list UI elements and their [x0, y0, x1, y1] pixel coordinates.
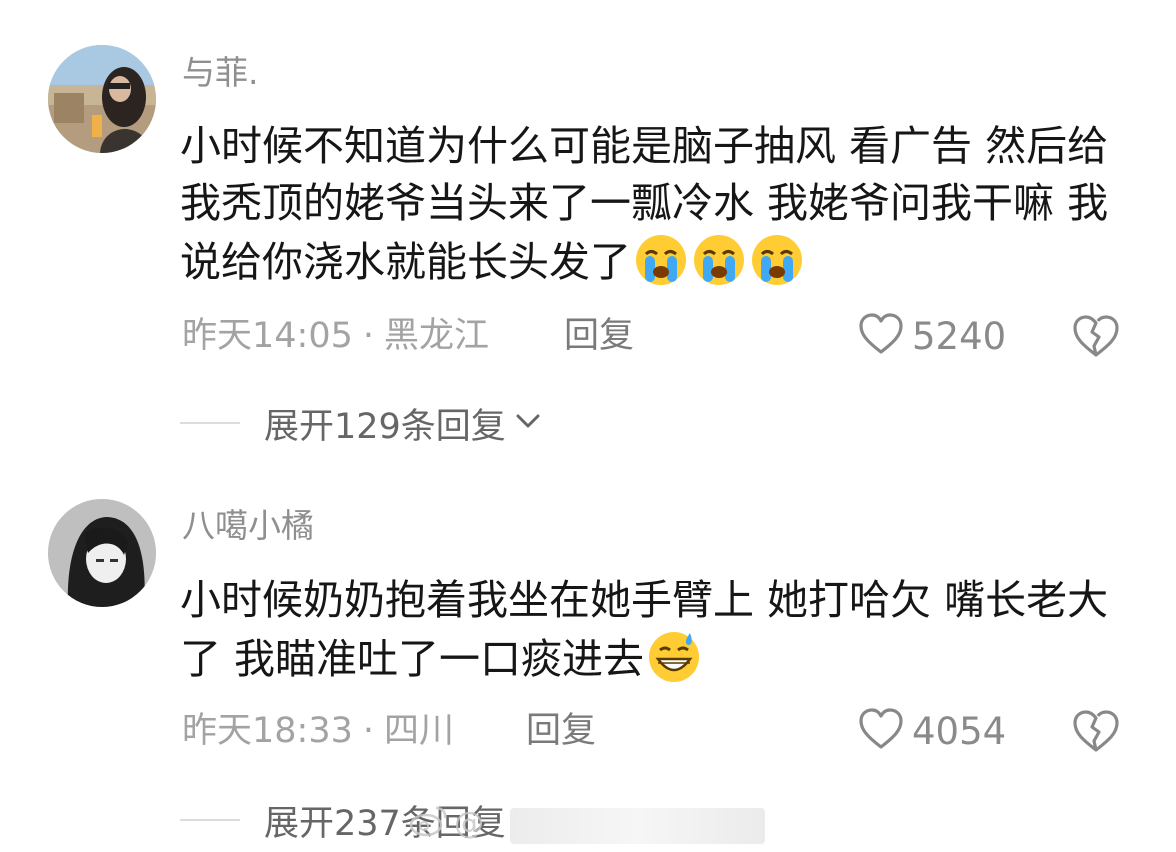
like-count: 4054 [912, 709, 1007, 753]
watermark: @ [408, 804, 486, 842]
comment-item: 与菲. 小时候不知道为什么可能是脑子抽风 看广告 然后给我秃顶的姥爷当头来了一瓢… [0, 0, 1176, 470]
watermark-text: @ [454, 805, 486, 841]
broken-heart-icon [1072, 710, 1120, 759]
reply-button[interactable]: 回复 [526, 709, 596, 753]
like-button[interactable]: 5240 [858, 312, 1006, 360]
expand-replies-label: 展开129条回复 [264, 406, 506, 447]
crying-emoji [633, 232, 689, 288]
comment-text: 小时候奶奶抱着我坐在她手臂上 她打哈欠 嘴长老大了 我瞄准吐了一口痰进去 [180, 572, 1120, 688]
comment-location: 四川 [384, 711, 455, 751]
weibo-logo-icon [408, 804, 448, 842]
meta-separator: · [362, 316, 375, 356]
broken-heart-icon [1072, 315, 1120, 364]
crying-emoji [691, 232, 747, 288]
expand-replies[interactable]: 展开129条回复 [180, 401, 542, 447]
comment-meta: 昨天14:05 · 黑龙江 [182, 314, 489, 358]
comment-location: 黑龙江 [384, 316, 490, 356]
avatar[interactable] [48, 499, 156, 607]
comment-time: 昨天14:05 [182, 316, 353, 356]
divider-line [180, 819, 240, 821]
comment-body: 小时候奶奶抱着我坐在她手臂上 她打哈欠 嘴长老大了 我瞄准吐了一口痰进去 [180, 576, 1109, 683]
username[interactable]: 与菲. [182, 53, 259, 93]
reply-button[interactable]: 回复 [564, 314, 634, 358]
crying-emoji [749, 232, 805, 288]
dislike-button[interactable] [1072, 312, 1120, 360]
avatar[interactable] [48, 45, 156, 153]
comment-meta: 昨天18:33 · 四川 [182, 709, 454, 753]
heart-icon [858, 707, 904, 755]
chevron-down-icon [514, 411, 542, 435]
blurred-overlay [510, 808, 765, 844]
username[interactable]: 八噶小橘 [182, 506, 314, 546]
like-count: 5240 [912, 314, 1007, 358]
meta-separator: · [362, 711, 375, 751]
grin-sweat-emoji [646, 629, 702, 685]
dislike-button[interactable] [1072, 707, 1120, 755]
divider-line [180, 422, 240, 424]
comment-text: 小时候不知道为什么可能是脑子抽风 看广告 然后给我秃顶的姥爷当头来了一瓢冷水 我… [180, 118, 1120, 291]
comment-time: 昨天18:33 [182, 711, 353, 751]
heart-icon [858, 312, 904, 360]
like-button[interactable]: 4054 [858, 707, 1006, 755]
comment-item: 八噶小橘 小时候奶奶抱着我坐在她手臂上 她打哈欠 嘴长老大了 我瞄准吐了一口痰进… [0, 470, 1176, 852]
